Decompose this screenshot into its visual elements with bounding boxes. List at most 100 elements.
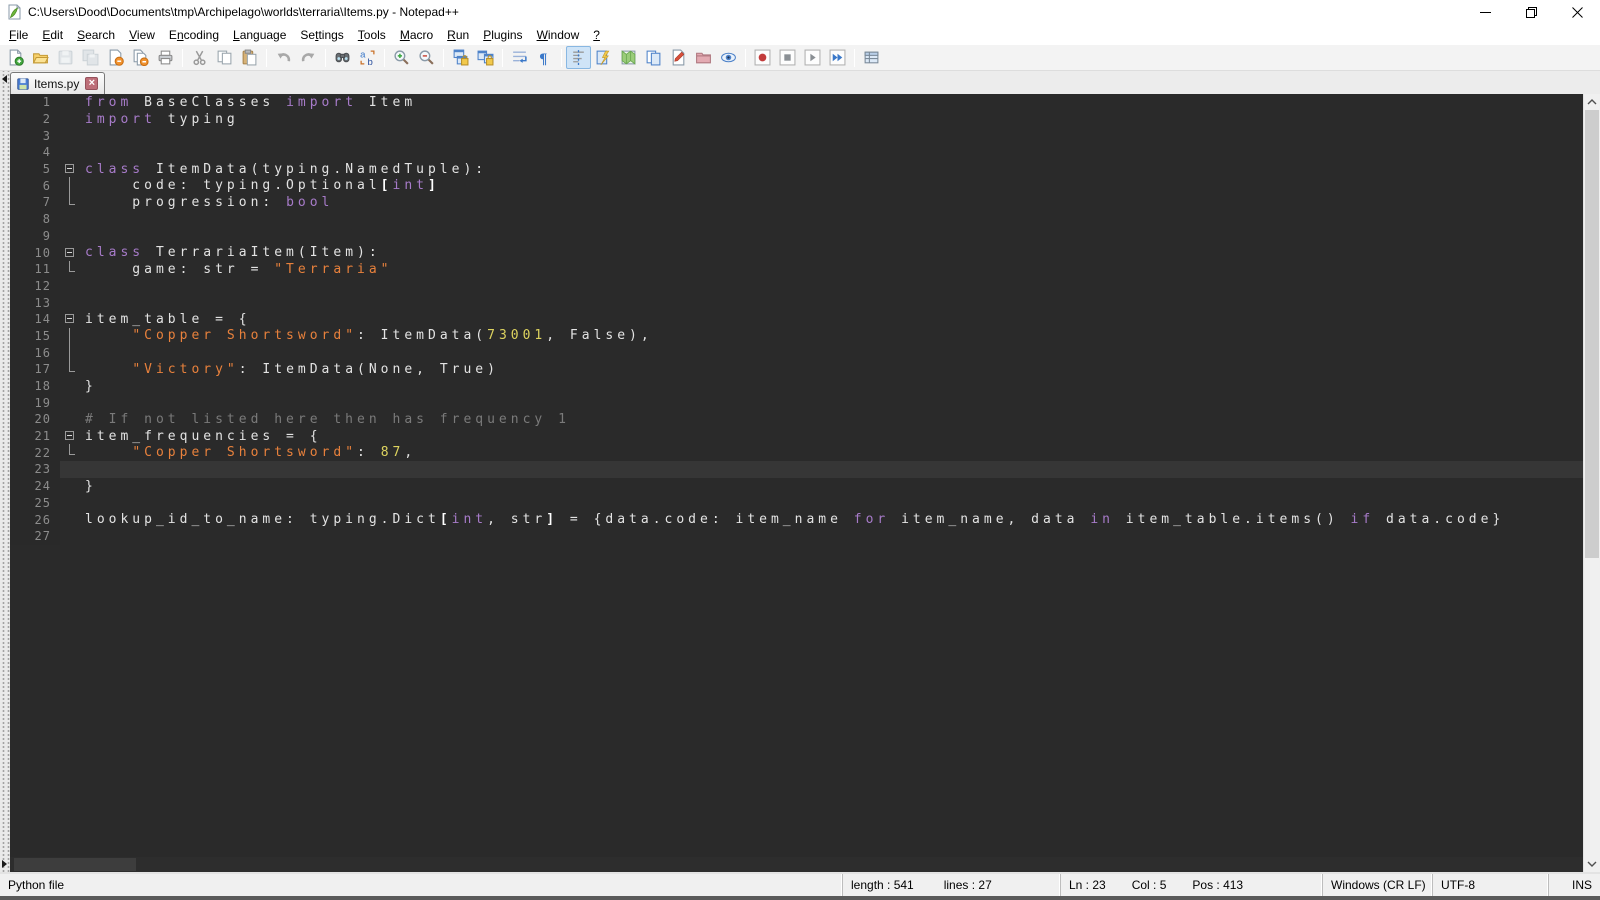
code-line[interactable]: 26lookup_id_to_name: typing.Dict[int, st… [10, 511, 1583, 528]
code-text[interactable]: from BaseClasses import Item [80, 94, 1583, 111]
line-number[interactable]: 14 [10, 311, 60, 328]
line-number[interactable]: 9 [10, 228, 60, 245]
line-number[interactable]: 3 [10, 127, 60, 144]
code-text[interactable] [80, 294, 1583, 311]
line-number[interactable]: 18 [10, 378, 60, 395]
fold-collapse-icon[interactable] [60, 311, 80, 328]
code-text[interactable] [80, 211, 1583, 228]
code-line[interactable]: 27 [10, 528, 1583, 545]
monitoring-button[interactable] [716, 46, 741, 69]
code-line[interactable]: 6 code: typing.Optional[int] [10, 177, 1583, 194]
replace-button[interactable]: ab [355, 46, 380, 69]
fold-collapse-icon[interactable] [60, 244, 80, 261]
line-number[interactable]: 7 [10, 194, 60, 211]
line-number[interactable]: 24 [10, 478, 60, 495]
code-text[interactable]: "Victory": ItemData(None, True) [80, 361, 1583, 378]
word-wrap-button[interactable] [507, 46, 532, 69]
line-number[interactable]: 11 [10, 261, 60, 278]
line-number[interactable]: 25 [10, 495, 60, 512]
dock-strip[interactable] [0, 71, 10, 872]
indent-guide-button[interactable] [566, 46, 591, 69]
line-number[interactable]: 2 [10, 111, 60, 128]
code-line[interactable]: 3 [10, 127, 1583, 144]
vertical-scrollbar-thumb[interactable] [1585, 110, 1599, 558]
zoom-in-button[interactable] [389, 46, 414, 69]
define-language-button[interactable] [666, 46, 691, 69]
code-text[interactable]: progression: bool [80, 194, 1583, 211]
fold-collapse-icon[interactable] [60, 161, 80, 178]
code-line[interactable]: 7 progression: bool [10, 194, 1583, 211]
horizontal-scrollbar[interactable] [10, 857, 1583, 872]
code-text[interactable]: } [80, 478, 1583, 495]
code-text[interactable] [80, 394, 1583, 411]
code-line[interactable]: 2 import typing [10, 111, 1583, 128]
line-number[interactable]: 27 [10, 528, 60, 545]
code-line[interactable]: 23 [10, 461, 1583, 478]
function-list-button[interactable] [591, 46, 616, 69]
horizontal-scrollbar-thumb[interactable] [14, 858, 136, 871]
code-text[interactable]: } [80, 378, 1583, 395]
line-number[interactable]: 23 [10, 461, 60, 478]
code-editor[interactable]: 1 from BaseClasses import Item 2 import typ… [10, 94, 1583, 857]
scroll-up-arrow-icon[interactable] [1584, 94, 1600, 110]
code-line[interactable]: 25 [10, 495, 1583, 512]
menu-edit[interactable]: Edit [35, 26, 70, 44]
fold-collapse-icon[interactable] [60, 428, 80, 445]
macro-play-button[interactable] [800, 46, 825, 69]
code-text[interactable]: item_table = { [80, 311, 1583, 328]
code-line[interactable]: 13 [10, 294, 1583, 311]
code-line[interactable]: 10 class TerrariaItem(Item): [10, 244, 1583, 261]
code-text[interactable] [80, 344, 1583, 361]
tab-close-icon[interactable]: × [85, 77, 98, 90]
macro-run-multiple-button[interactable] [825, 46, 850, 69]
code-text[interactable]: item_frequencies = { [80, 428, 1583, 445]
menu-language[interactable]: Language [226, 26, 293, 44]
copy-button[interactable] [212, 46, 237, 69]
code-text[interactable]: import typing [80, 111, 1583, 128]
line-number[interactable]: 21 [10, 428, 60, 445]
line-number[interactable]: 6 [10, 177, 60, 194]
undo-button[interactable] [271, 46, 296, 69]
line-number[interactable]: 8 [10, 211, 60, 228]
code-line[interactable]: 15 "Copper Shortsword": ItemData(73001, … [10, 328, 1583, 345]
folder-as-workspace-button[interactable] [691, 46, 716, 69]
code-text[interactable] [80, 228, 1583, 245]
menu-window[interactable]: Window [530, 26, 587, 44]
code-text[interactable] [80, 461, 1583, 478]
code-line[interactable]: 12 [10, 278, 1583, 295]
new-file-button[interactable] [3, 46, 28, 69]
line-number[interactable]: 10 [10, 244, 60, 261]
line-number[interactable]: 12 [10, 278, 60, 295]
code-text[interactable]: class TerrariaItem(Item): [80, 244, 1583, 261]
code-text[interactable] [80, 127, 1583, 144]
scroll-down-arrow-icon[interactable] [1584, 856, 1600, 872]
line-number[interactable]: 22 [10, 444, 60, 461]
code-text[interactable] [80, 144, 1583, 161]
code-line[interactable]: 8 [10, 211, 1583, 228]
macro-stop-button[interactable] [775, 46, 800, 69]
close-button[interactable] [103, 46, 128, 69]
menu-view[interactable]: View [122, 26, 162, 44]
sync-vertical-button[interactable] [448, 46, 473, 69]
dock-collapse-arrow-icon[interactable] [2, 75, 7, 83]
line-number[interactable]: 19 [10, 394, 60, 411]
code-line[interactable]: 21 item_frequencies = { [10, 428, 1583, 445]
vertical-scrollbar[interactable] [1583, 94, 1600, 872]
code-text[interactable]: "Copper Shortsword": 87, [80, 444, 1583, 461]
line-number[interactable]: 4 [10, 144, 60, 161]
restore-button[interactable] [1508, 0, 1554, 24]
code-line[interactable]: 4 [10, 144, 1583, 161]
code-text[interactable] [80, 278, 1583, 295]
line-number[interactable]: 5 [10, 161, 60, 178]
code-line[interactable]: 19 [10, 394, 1583, 411]
open-button[interactable] [28, 46, 53, 69]
menu-help[interactable]: ? [586, 26, 607, 44]
paste-button[interactable] [237, 46, 262, 69]
macro-record-button[interactable] [750, 46, 775, 69]
line-number[interactable]: 13 [10, 294, 60, 311]
code-text[interactable]: # If not listed here then has frequency … [80, 411, 1583, 428]
line-number[interactable]: 1 [10, 94, 60, 111]
find-button[interactable] [330, 46, 355, 69]
print-button[interactable] [153, 46, 178, 69]
code-line[interactable]: 22 "Copper Shortsword": 87, [10, 444, 1583, 461]
